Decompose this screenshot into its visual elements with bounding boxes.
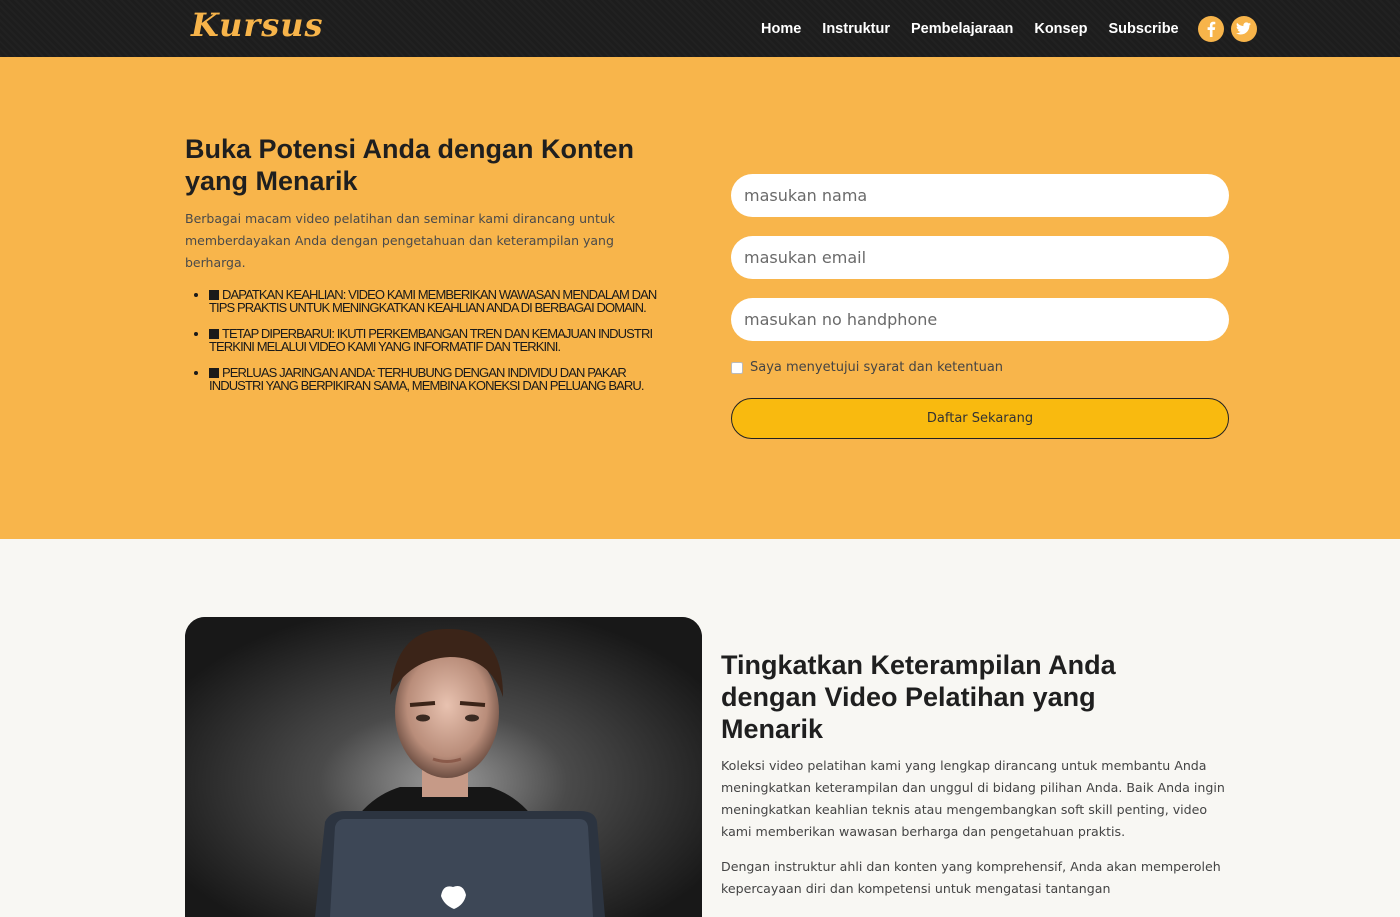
section-title: Tingkatkan Keterampilan Anda dengan Vide… — [721, 650, 1116, 744]
list-item-text: PERLUAS JARINGAN ANDA: TERHUBUNG DENGAN … — [209, 365, 644, 393]
terms-row: Saya menyetujui syarat dan ketentuan — [731, 360, 1229, 375]
hero-title: Buka Potensi Anda dengan Konten yang Men… — [185, 134, 635, 196]
hero-text: Berbagai macam video pelatihan dan semin… — [185, 211, 616, 270]
facebook-icon[interactable] — [1197, 15, 1224, 42]
name-input[interactable] — [731, 174, 1229, 217]
nav-link-konsep[interactable]: Konsep — [1034, 21, 1087, 37]
section-paragraph-2: Dengan instruktur ahli dan konten yang k… — [721, 859, 1221, 896]
terms-checkbox[interactable] — [731, 361, 743, 374]
nav-link-pembelajaraan[interactable]: Pembelajaraan — [911, 21, 1013, 37]
hero-benefits-list: DAPATKAN KEAHLIAN: VIDEO KAMI MEMBERIKAN… — [195, 287, 680, 406]
twitter-icon[interactable] — [1230, 15, 1257, 42]
list-item: DAPATKAN KEAHLIAN: VIDEO KAMI MEMBERIKAN… — [209, 287, 680, 315]
email-input[interactable] — [731, 236, 1229, 279]
facebook-glyph — [1207, 21, 1215, 37]
section-paragraph-1: Koleksi video pelatihan kami yang lengka… — [721, 758, 1225, 839]
list-item-text: DAPATKAN KEAHLIAN: VIDEO KAMI MEMBERIKAN… — [209, 287, 657, 315]
square-icon — [209, 329, 219, 339]
signup-form: Saya menyetujui syarat dan ketentuan Daf… — [731, 174, 1229, 439]
nav-link-home[interactable]: Home — [761, 21, 801, 37]
nav-link-instruktur[interactable]: Instruktur — [822, 21, 890, 37]
phone-input[interactable] — [731, 298, 1229, 341]
register-button[interactable]: Daftar Sekarang — [731, 398, 1229, 439]
square-icon — [209, 290, 219, 300]
navbar: Kursus Home Instruktur Pembelajaraan Kon… — [0, 0, 1400, 57]
list-item: PERLUAS JARINGAN ANDA: TERHUBUNG DENGAN … — [209, 365, 680, 393]
nav-links: Home Instruktur Pembelajaraan Konsep Sub… — [761, 0, 1257, 57]
terms-label: Saya menyetujui syarat dan ketentuan — [750, 360, 1004, 375]
twitter-glyph — [1236, 22, 1252, 35]
hero-section: Buka Potensi Anda dengan Konten yang Men… — [0, 57, 1400, 539]
photo-illustration — [185, 617, 702, 917]
nav-link-subscribe[interactable]: Subscribe — [1109, 21, 1179, 37]
list-item: TETAP DIPERBARUI: IKUTI PERKEMBANGAN TRE… — [209, 326, 680, 354]
hero-photo-person-laptop — [185, 617, 702, 917]
square-icon — [209, 368, 219, 378]
list-item-text: TETAP DIPERBARUI: IKUTI PERKEMBANGAN TRE… — [209, 326, 653, 354]
logo[interactable]: Kursus — [191, 6, 324, 44]
social-links — [1191, 15, 1257, 42]
